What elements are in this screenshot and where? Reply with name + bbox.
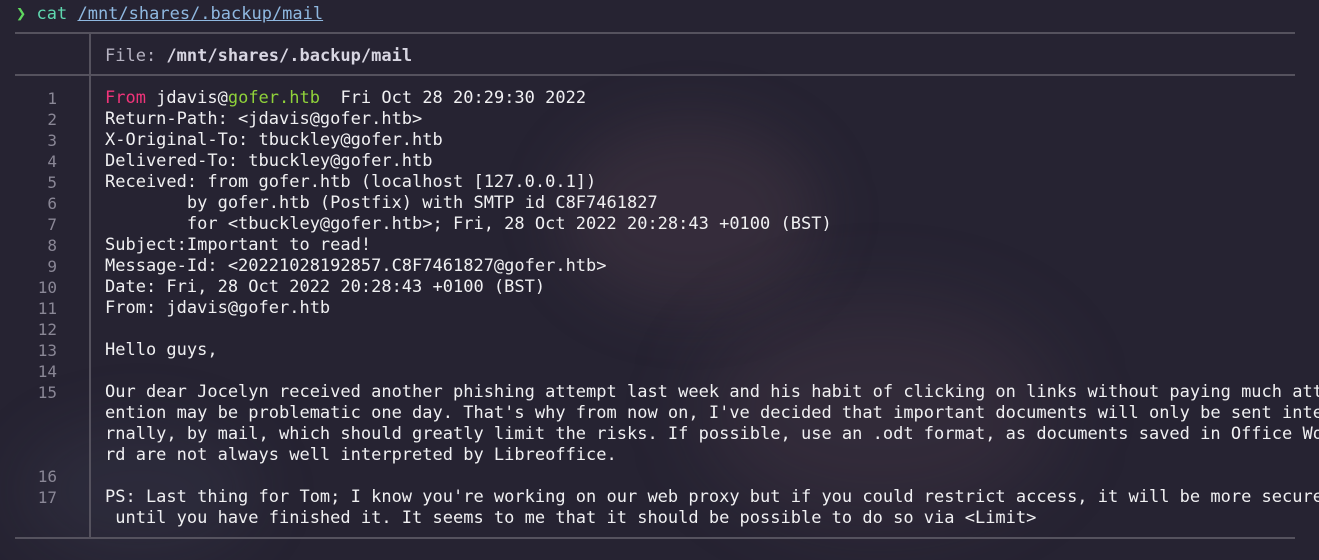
- header-border: [15, 74, 1295, 76]
- code-line: for <tbuckley@gofer.htb>; Fri, 28 Oct 20…: [105, 214, 832, 234]
- line-number: 7: [47, 215, 57, 234]
- file-header: File: /mnt/shares/.backup/mail: [105, 45, 412, 67]
- line-number: 16: [37, 467, 57, 486]
- file-header-name: /mnt/shares/.backup/mail: [166, 46, 413, 66]
- prompt-arrow-icon: ❯: [16, 4, 27, 24]
- line-number: 8: [47, 236, 57, 255]
- line-number: 5: [47, 173, 57, 192]
- file-header-label: File:: [105, 46, 167, 66]
- command-path-link[interactable]: /mnt/shares/.backup/mail: [77, 4, 323, 24]
- code-line: Received: from gofer.htb (localhost [127…: [105, 172, 597, 192]
- gutter-divider: [89, 34, 91, 76]
- code-line: Date: Fri, 28 Oct 2022 20:28:43 +0100 (B…: [105, 277, 546, 297]
- line-number: 1: [47, 89, 57, 108]
- code-line: Delivered-To: tbuckley@gofer.htb: [105, 151, 433, 171]
- code-line: Subject:Important to read!: [105, 235, 372, 255]
- from-host: gofer.htb: [227, 88, 320, 108]
- code-line: PS: Last thing for Tom; I know you're wo…: [105, 487, 1319, 507]
- line-number: 3: [47, 131, 57, 150]
- line-number: 11: [37, 299, 57, 318]
- line-number: 4: [47, 152, 57, 171]
- from-keyword: From: [105, 88, 146, 108]
- line-number: 13: [37, 341, 57, 360]
- from-date: Fri Oct 28 20:29:30 2022: [319, 88, 587, 108]
- code-line-wrap: rnally, by mail, which should greatly li…: [105, 424, 1319, 444]
- top-border: [15, 32, 1295, 34]
- line-number: 14: [37, 362, 57, 381]
- code-line: From jdavis@gofer.htb Fri Oct 28 20:29:3…: [105, 88, 586, 109]
- line-number: 2: [47, 110, 57, 129]
- code-line: Hello guys,: [105, 340, 218, 360]
- line-number: 15: [37, 383, 57, 402]
- code-line: Return-Path: <jdavis@gofer.htb>: [105, 109, 423, 129]
- code-line-wrap: until you have finished it. It seems to …: [105, 508, 1037, 528]
- command-name: cat: [36, 4, 68, 24]
- line-number: 17: [37, 488, 57, 507]
- code-line: Message-Id: <20221028192857.C8F7461827@g…: [105, 256, 607, 276]
- shell-prompt: ❯ cat /mnt/shares/.backup/mail: [16, 3, 323, 25]
- code-line: Our dear Jocelyn received another phishi…: [105, 382, 1319, 402]
- from-user: jdavis@: [145, 88, 228, 108]
- gutter-divider: [89, 76, 91, 537]
- line-number: 10: [37, 278, 57, 297]
- code-line-wrap: ention may be problematic one day. That'…: [105, 403, 1319, 423]
- line-number: 9: [47, 257, 57, 276]
- line-number: 12: [37, 320, 57, 339]
- code-line: by gofer.htb (Postfix) with SMTP id C8F7…: [105, 193, 658, 213]
- line-number: 6: [47, 194, 57, 213]
- code-line: From: jdavis@gofer.htb: [105, 298, 331, 318]
- code-line-wrap: rd are not always well interpreted by Li…: [105, 445, 617, 465]
- bottom-border: [15, 537, 1295, 539]
- code-line: X-Original-To: tbuckley@gofer.htb: [105, 130, 443, 150]
